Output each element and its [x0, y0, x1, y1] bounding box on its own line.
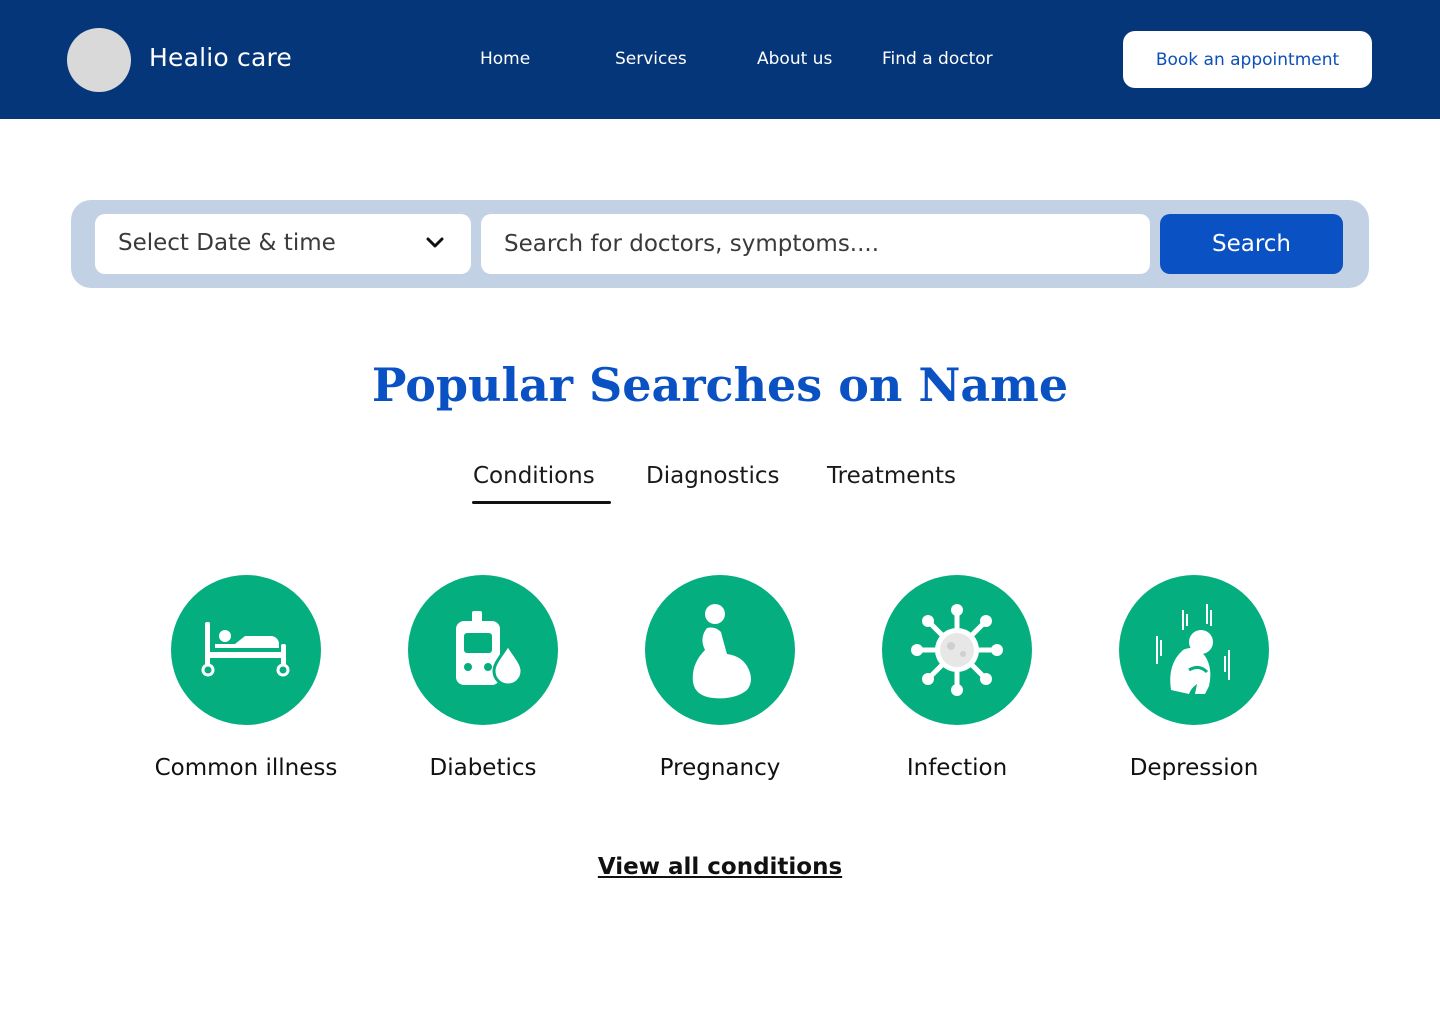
book-appointment-button[interactable]: Book an appointment — [1123, 31, 1372, 88]
nav-home[interactable]: Home — [480, 49, 530, 69]
section-title: Popular Searches on Name — [371, 358, 1069, 412]
category-label: Infection — [906, 755, 1008, 781]
date-time-select-label: Select Date & time — [118, 230, 336, 256]
category-label: Pregnancy — [659, 755, 781, 781]
virus-icon — [911, 604, 1003, 696]
glucose-meter-icon — [456, 611, 524, 687]
nav-find-a-doctor[interactable]: Find a doctor — [882, 49, 993, 69]
brand-name[interactable]: Healio care — [149, 43, 292, 72]
category-icon-circle — [408, 575, 558, 725]
category-label: Depression — [1129, 755, 1259, 781]
active-tab-indicator — [472, 501, 611, 504]
tab-treatments[interactable]: Treatments — [827, 463, 956, 489]
category-icon-circle — [171, 575, 321, 725]
nav-about-us[interactable]: About us — [757, 49, 832, 69]
search-input[interactable] — [481, 214, 1150, 274]
tab-diagnostics[interactable]: Diagnostics — [646, 463, 779, 489]
category-label: Common illness — [154, 755, 338, 781]
top-nav-bar: Healio care Home Services About us Find … — [0, 0, 1440, 119]
pregnant-woman-icon — [692, 604, 751, 699]
hospital-bed-icon — [201, 622, 290, 677]
category-icon-circle — [882, 575, 1032, 725]
chevron-down-icon — [426, 237, 444, 248]
search-button[interactable]: Search — [1160, 214, 1343, 274]
view-all-conditions-link[interactable]: View all conditions — [0, 854, 1440, 880]
search-bar: Select Date & time Search — [71, 200, 1369, 288]
category-icon-circle — [1119, 575, 1269, 725]
logo-placeholder[interactable] — [67, 28, 131, 92]
category-label: Diabetics — [429, 755, 537, 781]
category-icon-circle — [645, 575, 795, 725]
nav-services[interactable]: Services — [615, 49, 687, 69]
tab-conditions[interactable]: Conditions — [473, 463, 595, 489]
date-time-select[interactable]: Select Date & time — [95, 214, 471, 274]
depressed-person-icon — [1156, 604, 1230, 694]
